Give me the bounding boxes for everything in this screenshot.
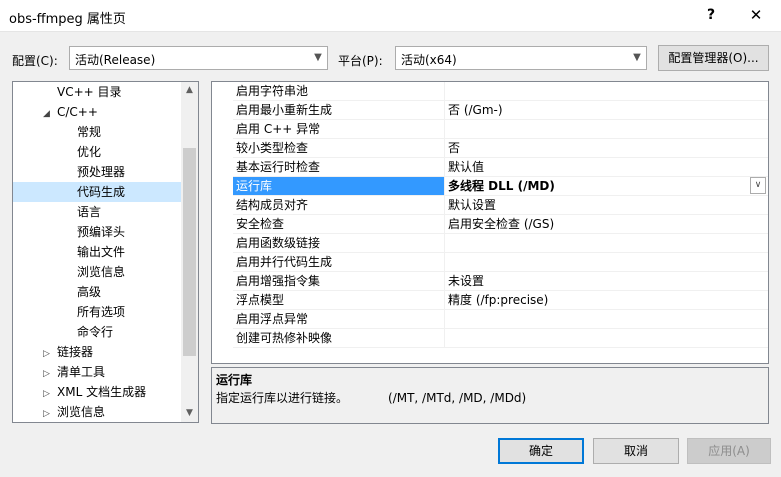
tree-item[interactable]: VC++ 目录 [43, 82, 122, 102]
property-row[interactable]: 结构成员对齐 默认设置 [233, 196, 768, 215]
property-row[interactable]: 创建可热修补映像 [233, 329, 768, 348]
scroll-up-icon[interactable]: ▲ [181, 82, 198, 99]
property-row[interactable]: 较小类型检查否 [233, 139, 768, 158]
property-value: 多线程 DLL (/MD) [448, 179, 555, 193]
expand-icon[interactable]: ▷ [43, 364, 57, 384]
property-row[interactable]: 启用 C++ 异常 [233, 120, 768, 139]
property-row[interactable]: 基本运行时检查 默认值 [233, 158, 768, 177]
tree-item[interactable]: 预编译头 [77, 222, 125, 242]
tree-scrollbar[interactable]: ▲ ▼ [181, 82, 198, 422]
chevron-down-icon: ▼ [314, 52, 322, 63]
tree-item[interactable]: 常规 [77, 122, 101, 142]
property-tree[interactable]: VC++ 目录 ◢ C/C++ 常规 优化 预处理器 代码生成 语言 预编译头 输… [12, 81, 199, 423]
tree-item-selected[interactable]: 代码生成 [13, 182, 181, 202]
property-row[interactable]: 安全检查 启用安全检查 (/GS) [233, 215, 768, 234]
tree-item[interactable]: 所有选项 [77, 302, 125, 322]
property-row[interactable]: 启用最小重新生成否 (/Gm-) [233, 101, 768, 120]
expand-icon[interactable]: ▷ [43, 404, 57, 422]
property-grid: 启用字符串池 启用最小重新生成否 (/Gm-) 启用 C++ 异常 较小类型检查… [211, 81, 769, 364]
config-manager-button[interactable]: 配置管理器(O)... [658, 45, 769, 71]
tree-item[interactable]: 浏览信息 [77, 262, 125, 282]
tree-item[interactable]: 命令行 [77, 322, 113, 342]
tree-item[interactable]: 输出文件 [77, 242, 125, 262]
expand-icon[interactable]: ▷ [43, 384, 57, 404]
platform-value: 活动(x64) [401, 53, 457, 67]
platform-label: 平台(P): [338, 54, 383, 68]
ok-button[interactable]: 确定 [498, 438, 584, 464]
property-row[interactable]: 启用增强指令集 未设置 [233, 272, 768, 291]
description-panel: 运行库 指定运行库以进行链接。 (/MT, /MTd, /MD, /MDd) [211, 367, 769, 424]
property-row[interactable]: 启用浮点异常 [233, 310, 768, 329]
chevron-down-icon[interactable]: ∨ [750, 177, 766, 194]
property-row[interactable]: 浮点模型 精度 (/fp:precise) [233, 291, 768, 310]
tree-item[interactable]: ▷ 链接器 [43, 342, 93, 362]
scroll-thumb[interactable] [183, 148, 196, 356]
expand-icon[interactable]: ◢ [43, 104, 57, 124]
tree-item[interactable]: ◢ C/C++ [43, 102, 98, 122]
tree-item[interactable]: 高级 [77, 282, 101, 302]
tree-item[interactable]: ▷ 浏览信息 [43, 402, 105, 422]
property-row[interactable]: 启用函数级链接 [233, 234, 768, 253]
property-row-selected[interactable]: 运行库 多线程 DLL (/MD) ∨ [233, 177, 768, 196]
platform-dropdown[interactable]: 活动(x64) ▼ [395, 46, 647, 70]
tree-item[interactable]: 优化 [77, 142, 101, 162]
close-button[interactable]: ✕ [735, 0, 777, 30]
tree-item[interactable]: ▷ 清单工具 [43, 362, 105, 382]
help-button[interactable]: ? [690, 0, 732, 30]
tree-item[interactable]: ▷ XML 文档生成器 [43, 382, 146, 402]
apply-button[interactable]: 应用(A) [687, 438, 771, 464]
property-row[interactable]: 启用字符串池 [233, 82, 768, 101]
description-options: (/MT, /MTd, /MD, /MDd) [388, 391, 527, 405]
tree-item[interactable]: 语言 [77, 202, 101, 222]
title-bar: obs-ffmpeg 属性页 ? ✕ [0, 0, 781, 32]
expand-icon[interactable]: ▷ [43, 344, 57, 364]
description-text: 指定运行库以进行链接。 (/MT, /MTd, /MD, /MDd) [216, 391, 527, 405]
scroll-down-icon[interactable]: ▼ [181, 405, 198, 422]
config-value: 活动(Release) [75, 53, 156, 67]
chevron-down-icon: ▼ [633, 52, 641, 63]
config-dropdown[interactable]: 活动(Release) ▼ [69, 46, 328, 70]
cancel-button[interactable]: 取消 [593, 438, 679, 464]
window-title: obs-ffmpeg 属性页 [9, 12, 126, 27]
property-row[interactable]: 启用并行代码生成 [233, 253, 768, 272]
description-title: 运行库 [216, 373, 253, 387]
config-label: 配置(C): [12, 54, 58, 68]
tree-item[interactable]: 预处理器 [77, 162, 125, 182]
